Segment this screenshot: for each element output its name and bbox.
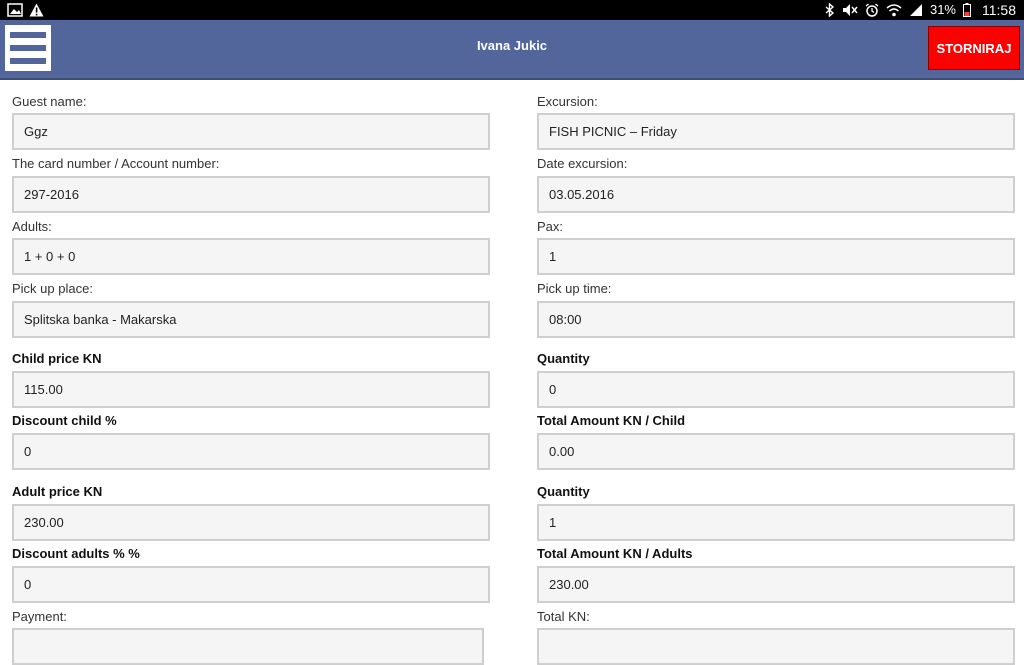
alarm-icon: [865, 3, 879, 17]
status-bar: 31% 11:58: [0, 0, 1024, 20]
pick-up-place-label: Pick up place:: [12, 281, 93, 296]
adult-price-kn-label: Adult price KN: [12, 484, 103, 499]
battery-icon: [963, 3, 971, 17]
wifi-icon: [886, 4, 902, 17]
payment-field[interactable]: [12, 628, 484, 665]
app-bar: Ivana Jukic STORNIRAJ: [0, 20, 1024, 80]
the-card-number-account-number-label: The card number / Account number:: [12, 156, 220, 171]
quantity-label: Quantity: [537, 351, 590, 366]
total-amount-kn-adults-field[interactable]: 230.00: [537, 566, 1015, 603]
signal-icon: [909, 4, 922, 16]
discount-child-label: Discount child %: [12, 413, 117, 428]
excursion-field[interactable]: FISH PICNIC – Friday: [537, 113, 1015, 150]
guest-name-field[interactable]: Ggz: [12, 113, 490, 150]
pick-up-time-field[interactable]: 08:00: [537, 301, 1015, 338]
quantity-label: Quantity: [537, 484, 590, 499]
discount-adults-field[interactable]: 0: [12, 566, 490, 603]
the-card-number-account-number-field[interactable]: 297-2016: [12, 176, 490, 213]
total-amount-kn-child-field[interactable]: 0.00: [537, 433, 1015, 470]
battery-percent: 31%: [929, 2, 956, 17]
quantity-field[interactable]: 0: [537, 371, 1015, 408]
pax-field[interactable]: 1: [537, 238, 1015, 275]
bluetooth-icon: [825, 3, 835, 17]
child-price-kn-field[interactable]: 115.00: [12, 371, 490, 408]
pax-label: Pax:: [537, 219, 564, 234]
cancel-button[interactable]: STORNIRAJ: [928, 26, 1020, 70]
total-amount-kn-child-label: Total Amount KN / Child: [537, 413, 686, 428]
mute-icon: [842, 4, 858, 16]
pick-up-place-field[interactable]: Splitska banka - Makarska: [12, 301, 490, 338]
adults-field[interactable]: 1 + 0 + 0: [12, 238, 490, 275]
date-excursion-label: Date excursion:: [537, 156, 628, 171]
pick-up-time-label: Pick up time:: [537, 281, 612, 296]
quantity-field[interactable]: 1: [537, 504, 1015, 541]
excursion-label: Excursion:: [537, 94, 598, 109]
total-amount-kn-adults-label: Total Amount KN / Adults: [537, 546, 693, 561]
date-excursion-field[interactable]: 03.05.2016: [537, 176, 1015, 213]
payment-label: Payment:: [12, 609, 67, 624]
clock: 11:58: [982, 2, 1016, 18]
page-title: Ivana Jukic: [476, 38, 548, 53]
total-kn-field[interactable]: [537, 628, 1015, 665]
image-icon: [7, 3, 23, 17]
child-price-kn-label: Child price KN: [12, 351, 102, 366]
adult-price-kn-field[interactable]: 230.00: [12, 504, 490, 541]
adults-label: Adults:: [12, 219, 52, 234]
guest-name-label: Guest name:: [12, 94, 87, 109]
discount-child-field[interactable]: 0: [12, 433, 490, 470]
warning-icon: [29, 3, 44, 17]
discount-adults-label: Discount adults % %: [12, 546, 140, 561]
total-kn-label: Total KN:: [537, 609, 590, 624]
